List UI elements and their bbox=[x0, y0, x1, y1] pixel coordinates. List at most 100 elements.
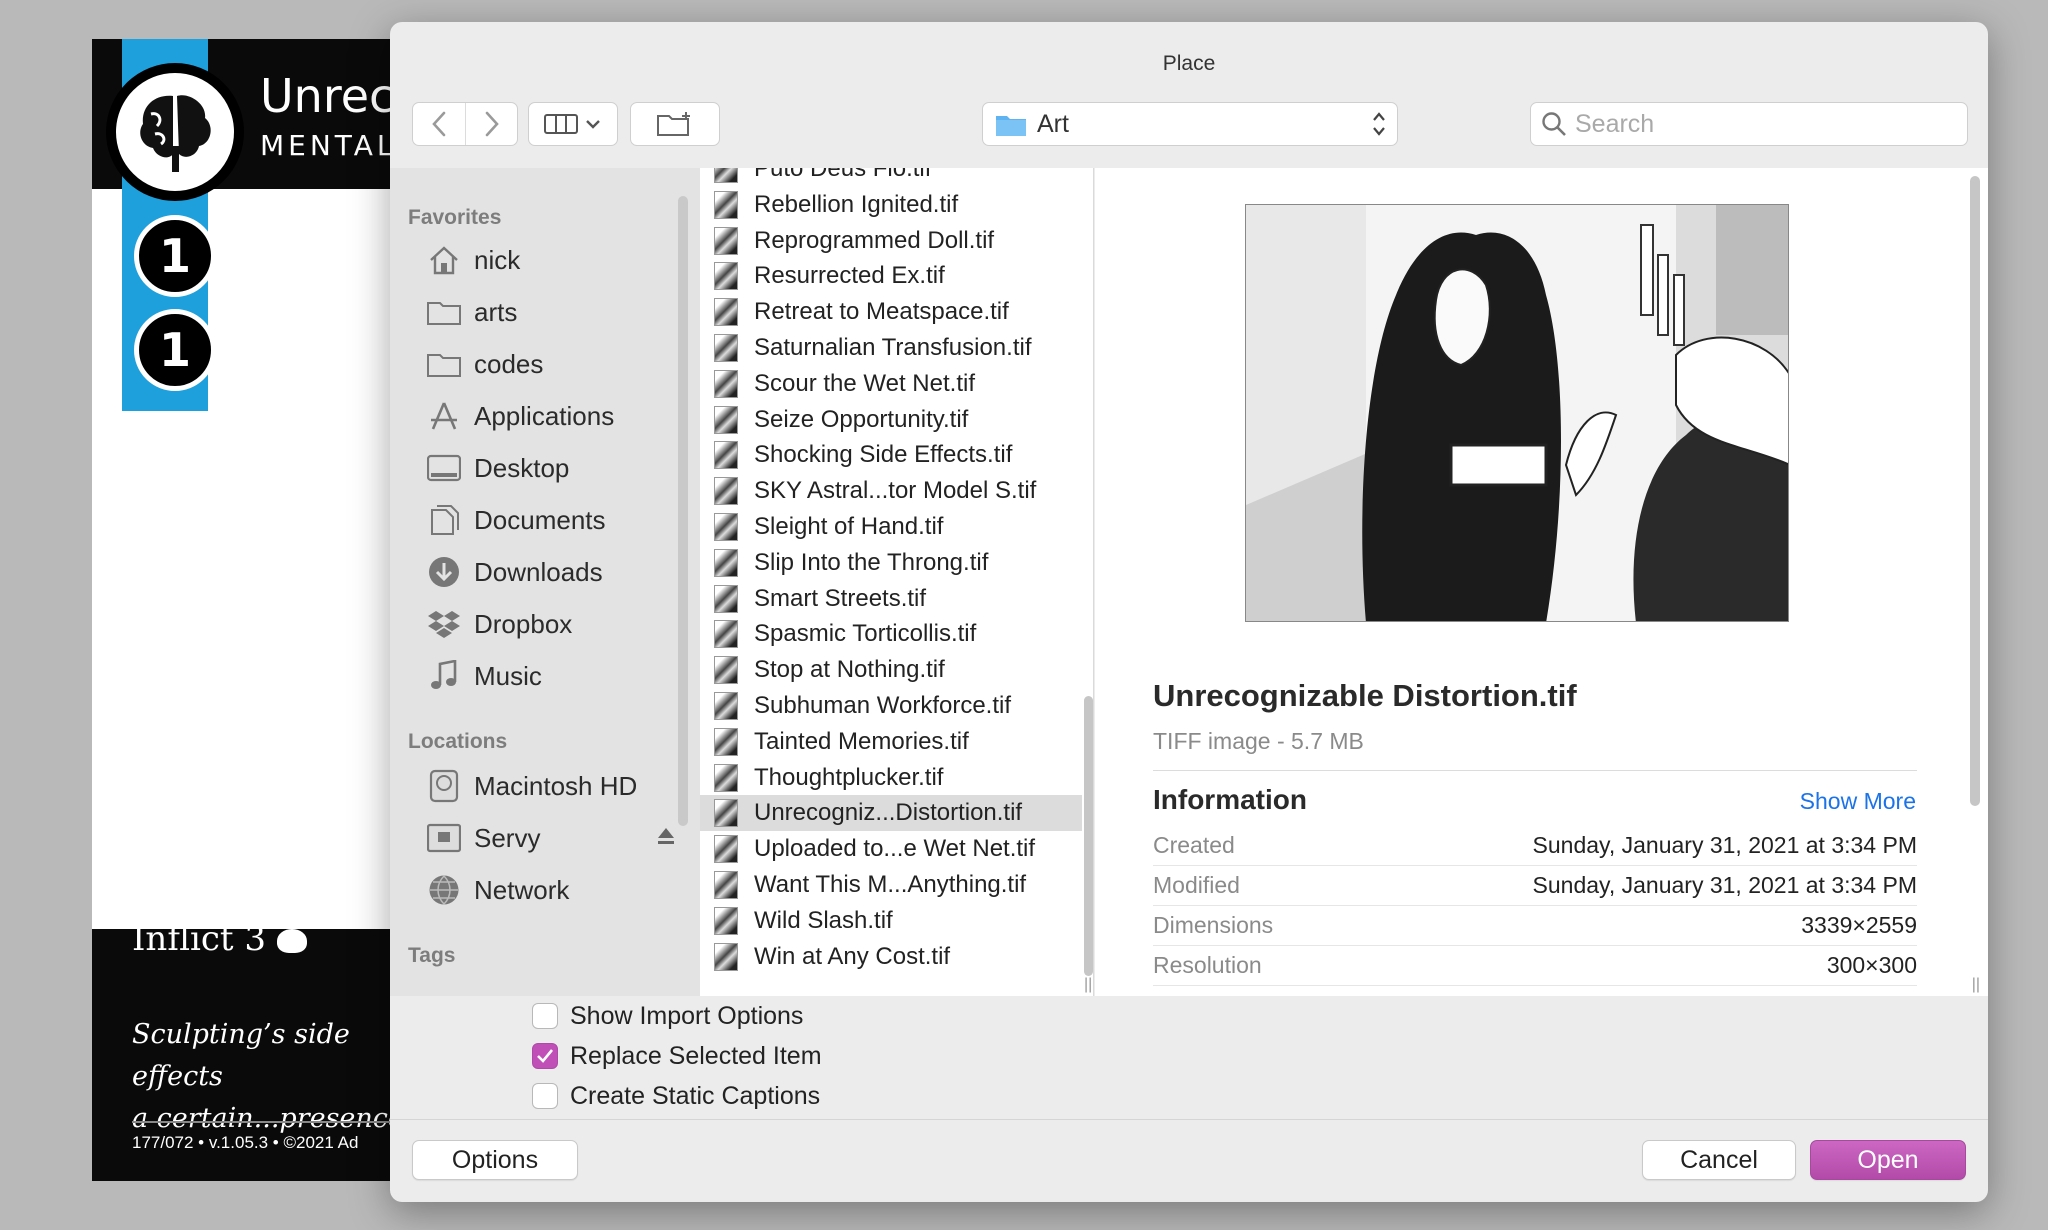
file-row[interactable]: Want This M...Anything.tif bbox=[700, 867, 1082, 903]
cancel-button[interactable]: Cancel bbox=[1642, 1140, 1796, 1180]
new-folder-button[interactable] bbox=[630, 102, 720, 146]
file-row[interactable]: SKY Astral...tor Model S.tif bbox=[700, 473, 1082, 509]
file-name: Uploaded to...e Wet Net.tif bbox=[754, 835, 1036, 863]
file-row[interactable]: Rebellion Ignited.tif bbox=[700, 187, 1082, 223]
file-name: Slip Into the Throng.tif bbox=[754, 548, 989, 576]
show-import-options-option[interactable]: Show Import Options bbox=[532, 1000, 803, 1032]
search-field[interactable] bbox=[1530, 102, 1968, 146]
column-resize-handle[interactable]: || bbox=[1084, 976, 1092, 994]
sidebar-item-label: arts bbox=[474, 296, 518, 327]
file-row[interactable]: Spasmic Torticollis.tif bbox=[700, 616, 1082, 652]
forward-button[interactable] bbox=[465, 103, 517, 145]
card-footer: 177/072 • v.1.05.3 • ©2021 Ad bbox=[132, 1133, 359, 1152]
info-key: Modified bbox=[1153, 872, 1240, 898]
file-thumbnail-icon bbox=[714, 620, 738, 649]
show-more-link[interactable]: Show More bbox=[1800, 788, 1916, 815]
file-thumbnail-icon bbox=[714, 906, 738, 935]
file-thumbnail-icon bbox=[714, 763, 738, 792]
file-row[interactable]: Smart Streets.tif bbox=[700, 581, 1082, 617]
file-row[interactable]: Uploaded to...e Wet Net.tif bbox=[700, 831, 1082, 867]
file-row[interactable]: Stop at Nothing.tif bbox=[700, 652, 1082, 688]
sidebar-item-servy[interactable]: Servy bbox=[426, 816, 686, 860]
info-value: 300×300 bbox=[1826, 952, 1917, 978]
file-row[interactable]: Win at Any Cost.tif bbox=[700, 939, 1082, 975]
file-name: Win at Any Cost.tif bbox=[754, 942, 951, 970]
file-name: Smart Streets.tif bbox=[754, 584, 927, 612]
file-name: Spasmic Torticollis.tif bbox=[754, 620, 977, 648]
sidebar-scrollbar[interactable] bbox=[678, 196, 688, 826]
file-row[interactable]: Retreat to Meatspace.tif bbox=[700, 294, 1082, 330]
file-row[interactable]: Puto Deus Flo.tif bbox=[700, 168, 1082, 187]
file-row[interactable]: Slip Into the Throng.tif bbox=[700, 545, 1082, 581]
options-button[interactable]: Options bbox=[412, 1140, 578, 1180]
sidebar-item-desktop[interactable]: Desktop bbox=[426, 446, 686, 490]
info-row-dimensions: Dimensions 3339×2559 bbox=[1153, 906, 1917, 946]
file-list-scrollbar[interactable] bbox=[1084, 696, 1093, 976]
file-row[interactable]: Wild Slash.tif bbox=[700, 903, 1082, 939]
sidebar-item-dropbox[interactable]: Dropbox bbox=[426, 602, 686, 646]
place-dialog: Place Art Favorites nick arts bbox=[390, 22, 1988, 1202]
sidebar-item-codes[interactable]: codes bbox=[426, 342, 686, 386]
create-static-captions-checkbox[interactable] bbox=[532, 1083, 558, 1109]
file-thumbnail-icon bbox=[714, 799, 738, 828]
sidebar-item-applications[interactable]: Applications bbox=[426, 394, 686, 438]
sidebar-item-downloads[interactable]: Downloads bbox=[426, 550, 686, 594]
sidebar-item-label: nick bbox=[474, 244, 521, 275]
file-row[interactable]: Reprogrammed Doll.tif bbox=[700, 223, 1082, 259]
info-key: Created bbox=[1153, 832, 1235, 858]
replace-selected-item-checkbox[interactable] bbox=[532, 1043, 558, 1069]
file-thumbnail-icon bbox=[714, 262, 738, 291]
location-popup[interactable]: Art bbox=[982, 102, 1398, 146]
file-row[interactable]: Unrecogniz...Distortion.tif bbox=[700, 795, 1082, 832]
file-row[interactable]: Shocking Side Effects.tif bbox=[700, 437, 1082, 473]
chevron-left-icon bbox=[432, 111, 446, 137]
file-thumbnail-icon bbox=[714, 548, 738, 577]
column-resize-handle[interactable]: || bbox=[1972, 976, 1980, 994]
info-value: Sunday, January 31, 2021 at 3:34 PM bbox=[1532, 872, 1917, 898]
new-folder-icon bbox=[657, 112, 690, 136]
sidebar-item-arts[interactable]: arts bbox=[426, 290, 686, 334]
info-key: Dimensions bbox=[1153, 912, 1274, 938]
eject-icon[interactable] bbox=[656, 826, 676, 846]
open-button[interactable]: Open bbox=[1810, 1140, 1966, 1180]
file-row[interactable]: Saturnalian Transfusion.tif bbox=[700, 330, 1082, 366]
sidebar: Favorites nick arts codes Applications D… bbox=[390, 168, 700, 996]
replace-selected-item-option[interactable]: Replace Selected Item bbox=[532, 1040, 822, 1072]
back-button[interactable] bbox=[413, 103, 465, 145]
show-import-options-checkbox[interactable] bbox=[532, 1003, 558, 1029]
view-mode-button[interactable] bbox=[528, 102, 618, 146]
file-name: Stop at Nothing.tif bbox=[754, 656, 945, 684]
card-divider bbox=[132, 1121, 432, 1123]
file-row[interactable]: Sleight of Hand.tif bbox=[700, 509, 1082, 545]
file-thumbnail-icon bbox=[714, 298, 738, 327]
sidebar-item-network[interactable]: Network bbox=[426, 868, 686, 912]
information-header: Information bbox=[1153, 784, 1307, 815]
preview-pane: Unrecognizable Distortion.tif TIFF image… bbox=[1095, 168, 1988, 996]
file-name: Reprogrammed Doll.tif bbox=[754, 226, 995, 254]
file-row[interactable]: Seize Opportunity.tif bbox=[700, 402, 1082, 438]
preview-scrollbar[interactable] bbox=[1970, 176, 1980, 806]
file-row[interactable]: Thoughtplucker.tif bbox=[700, 760, 1082, 796]
card-subtitle: MENTAL bbox=[260, 129, 397, 162]
create-static-captions-option[interactable]: Create Static Captions bbox=[532, 1080, 820, 1112]
file-name: Tainted Memories.tif bbox=[754, 727, 969, 755]
file-thumbnail-icon bbox=[714, 441, 738, 470]
brain-tree-logo-icon bbox=[106, 63, 244, 201]
search-input[interactable] bbox=[1575, 109, 1955, 139]
file-row[interactable]: Scour the Wet Net.tif bbox=[700, 366, 1082, 402]
applications-icon bbox=[426, 398, 462, 434]
sidebar-item-nick[interactable]: nick bbox=[426, 238, 686, 282]
favorites-header: Favorites bbox=[408, 206, 502, 229]
sidebar-item-label: Network bbox=[474, 874, 570, 905]
file-row[interactable]: Resurrected Ex.tif bbox=[700, 258, 1082, 294]
sidebar-item-macintosh-hd[interactable]: Macintosh HD bbox=[426, 764, 686, 808]
locations-header: Locations bbox=[408, 730, 508, 753]
downloads-icon bbox=[426, 554, 462, 590]
file-row[interactable]: Tainted Memories.tif bbox=[700, 724, 1082, 760]
file-row[interactable]: Subhuman Workforce.tif bbox=[700, 688, 1082, 724]
sidebar-item-documents[interactable]: Documents bbox=[426, 498, 686, 542]
sidebar-item-label: Documents bbox=[474, 504, 606, 535]
sidebar-item-music[interactable]: Music bbox=[426, 654, 686, 698]
checkmark-icon bbox=[537, 1049, 554, 1063]
card-inflict-label: Inflict 3 bbox=[132, 919, 267, 959]
